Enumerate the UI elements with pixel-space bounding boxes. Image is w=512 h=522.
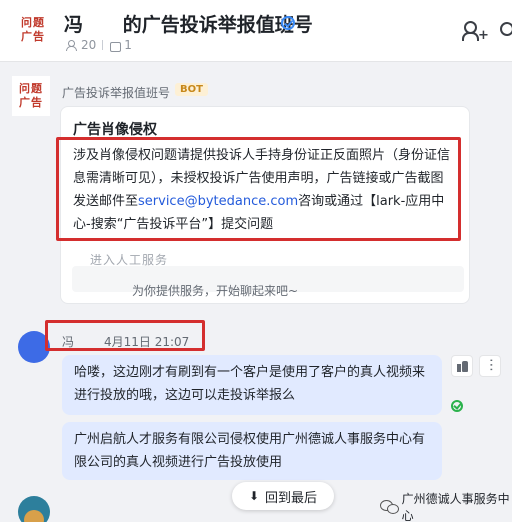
bot-count[interactable]: 1 xyxy=(124,38,132,52)
avatar-text-top: 问题 xyxy=(21,16,45,29)
human-service-label[interactable]: 进入人工服务 xyxy=(90,251,168,268)
avatar-text-bottom: 广告 xyxy=(21,30,45,43)
chat-meta: 20 1 xyxy=(66,38,132,52)
wechat-logo-icon xyxy=(380,500,399,514)
more-options-icon[interactable] xyxy=(500,22,512,36)
back-to-latest-button[interactable]: ⬇ 回到最后 xyxy=(232,482,334,510)
next-sender-avatar[interactable] xyxy=(18,496,50,522)
card-title: 广告肖像侵权 xyxy=(73,122,157,138)
bot-avatar-text-bottom: 广告 xyxy=(19,96,43,109)
message-toolbar xyxy=(451,355,503,377)
arrow-down-icon: ⬇ xyxy=(248,489,260,503)
chat-avatar[interactable]: 问题 广告 xyxy=(14,10,52,50)
watermark-text: 广州德诚人事服务中心 xyxy=(401,492,510,522)
member-count[interactable]: 20 xyxy=(81,38,96,52)
chat-header: 问题 广告 冯 的广告投诉举报值班号 20 1 + xyxy=(0,0,512,62)
read-check-icon xyxy=(451,400,463,412)
watermark: 广州德诚人事服务中心 xyxy=(380,490,512,522)
back-to-latest-label: 回到最后 xyxy=(265,490,318,506)
message-bubble[interactable]: 哈喽，这边刚才有刷到有一个客户是使用了客户的真人视频来进行投放的哦，这边可以走投… xyxy=(62,355,442,415)
plus-icon: + xyxy=(478,28,489,43)
meta-divider xyxy=(102,40,104,50)
robot-icon xyxy=(109,40,122,52)
bot-sender-name[interactable]: 广告投诉举报值班号 xyxy=(62,84,170,101)
bot-avatar[interactable]: 问题 广告 xyxy=(12,76,50,116)
bot-badge: BOT xyxy=(175,83,208,96)
welcome-text: 为你提供服务，开始聊起来吧~ xyxy=(132,284,299,298)
highlight-box-timestamp xyxy=(45,320,205,351)
more-icon[interactable] xyxy=(479,355,501,377)
thumbs-up-icon[interactable] xyxy=(451,355,473,377)
bot-avatar-text-top: 问题 xyxy=(19,82,43,95)
highlight-box-card xyxy=(56,137,461,241)
message-bubble[interactable]: 广州启航人才服务有限公司侵权使用广州德诚人事服务中心有限公司的真人视频进行广告投… xyxy=(62,422,442,480)
people-icon xyxy=(66,39,78,51)
chat-title[interactable]: 冯 的广告投诉举报值班号 xyxy=(64,10,313,37)
verified-icon xyxy=(281,16,295,30)
